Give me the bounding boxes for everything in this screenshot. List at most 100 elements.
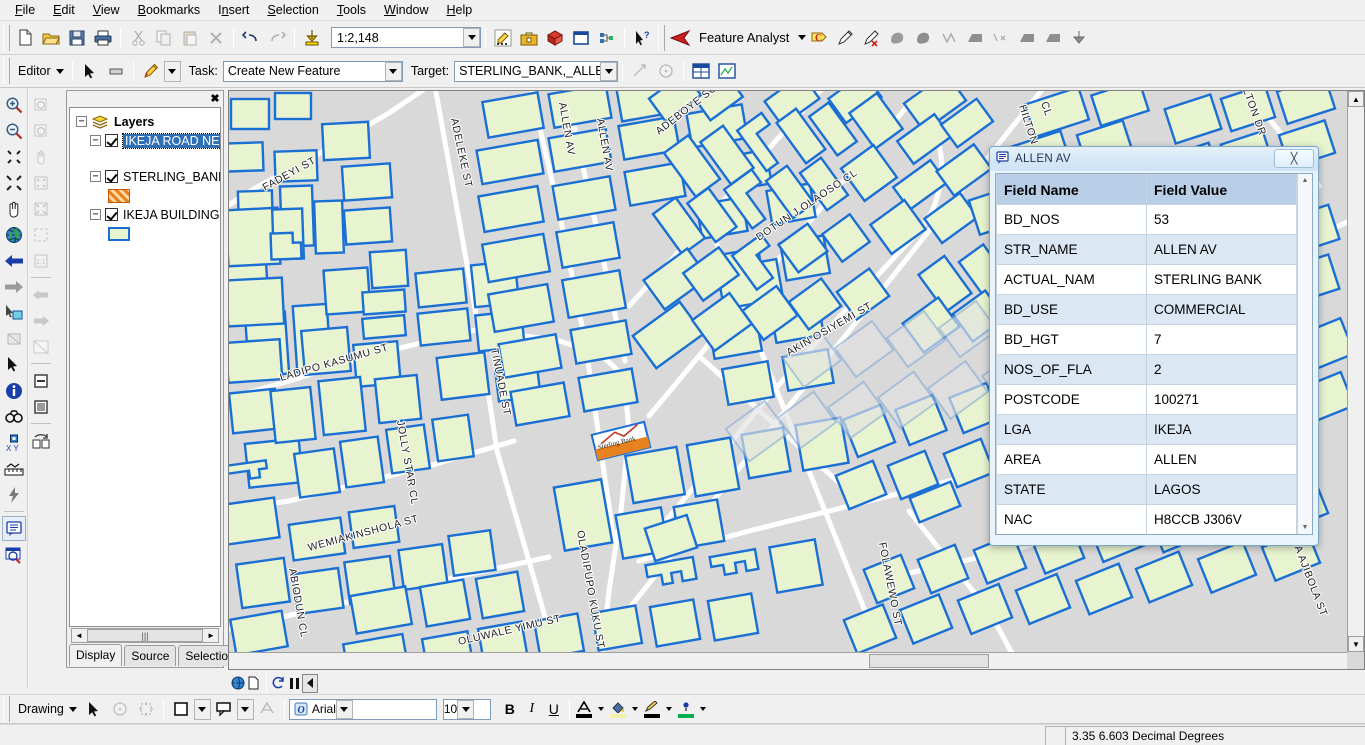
edit-sketch-icon[interactable]: [103, 58, 129, 84]
toc-horizontal-scrollbar[interactable]: ◄ ||| ►: [71, 628, 219, 643]
table-row[interactable]: STR_NAME ALLEN AV: [996, 234, 1297, 265]
tab-source[interactable]: Source: [124, 645, 177, 666]
table-row[interactable]: LGA IKEJA: [996, 414, 1297, 445]
attributes-dialog[interactable]: ALLEN AV ╳ Field Name Field Value BD_NOS: [989, 146, 1319, 546]
chevron-down-icon[interactable]: [384, 61, 402, 81]
field-value-cell[interactable]: COMMERCIAL: [1146, 294, 1297, 325]
column-header-field-value[interactable]: Field Value: [1146, 174, 1297, 205]
editor-menu-button[interactable]: Editor: [12, 61, 68, 81]
select-features-icon[interactable]: [2, 300, 26, 325]
learn-icon[interactable]: C: [806, 25, 832, 51]
undo-icon[interactable]: [238, 25, 264, 51]
cut-icon[interactable]: [125, 25, 151, 51]
task-combo[interactable]: Create New Feature: [222, 60, 403, 82]
layer-visibility-checkbox[interactable]: [105, 134, 118, 147]
sketch-properties-icon[interactable]: [714, 58, 740, 84]
fixed-zoom-out-layout-icon[interactable]: [29, 196, 53, 221]
table-row[interactable]: NOS_OF_FLA 2: [996, 354, 1297, 385]
bold-button[interactable]: B: [499, 698, 521, 720]
menu-item-bookmarks[interactable]: Bookmarks: [129, 1, 210, 19]
go-back-icon[interactable]: [2, 248, 26, 273]
vertex-icon[interactable]: [936, 25, 962, 51]
toggle-draft-icon[interactable]: [29, 334, 53, 359]
table-row[interactable]: BD_USE COMMERCIAL: [996, 294, 1297, 325]
focus-data-frame-icon[interactable]: [29, 368, 53, 393]
feature-analyst-logo-icon[interactable]: [667, 25, 693, 51]
python-icon[interactable]: [594, 25, 620, 51]
underline-button[interactable]: U: [543, 698, 565, 720]
full-page-icon[interactable]: [29, 222, 53, 247]
toolbar-grip[interactable]: [3, 24, 10, 51]
attributes-icon[interactable]: [688, 58, 714, 84]
tab-display[interactable]: Display: [69, 644, 123, 666]
collapse-icon[interactable]: −: [90, 209, 101, 220]
whats-this-icon[interactable]: ?: [629, 25, 655, 51]
nudge-icon[interactable]: [133, 696, 159, 722]
chevron-down-icon[interactable]: [600, 61, 618, 81]
save-icon[interactable]: [64, 25, 90, 51]
flash-icon[interactable]: [2, 482, 26, 507]
delete-icon[interactable]: [203, 25, 229, 51]
table-row[interactable]: BD_NOS 53: [996, 204, 1297, 235]
chevron-down-icon[interactable]: [699, 707, 706, 711]
field-value-cell[interactable]: LAGOS: [1146, 474, 1297, 505]
field-value-cell[interactable]: 100271: [1146, 384, 1297, 415]
chevron-down-icon[interactable]: [457, 699, 475, 719]
toc-symbol-row-2[interactable]: [72, 224, 220, 243]
field-value-cell[interactable]: ALLEN AV: [1146, 234, 1297, 265]
map-scale-combo[interactable]: 1:2,148: [331, 27, 481, 48]
page-icon[interactable]: [246, 674, 262, 693]
html-popup-icon[interactable]: [1, 516, 26, 541]
new-rectangle-icon[interactable]: [168, 696, 194, 722]
callout-dropdown-icon[interactable]: [236, 698, 254, 720]
menu-item-file[interactable]: File: [6, 1, 44, 19]
resume-icon[interactable]: [302, 673, 319, 693]
toc-layer-row-2[interactable]: − IKEJA BUILDING F: [72, 205, 220, 224]
rotate-icon[interactable]: [653, 58, 679, 84]
go-to-xy-icon[interactable]: X Y: [2, 430, 26, 455]
chevron-down-icon[interactable]: [335, 699, 353, 719]
rotate-icon[interactable]: [107, 696, 133, 722]
italic-button[interactable]: I: [521, 698, 543, 720]
full-extent-icon[interactable]: [2, 222, 26, 247]
field-value-cell[interactable]: 2: [1146, 354, 1297, 385]
scroll-right-icon[interactable]: ►: [204, 629, 218, 642]
split-icon[interactable]: [1040, 25, 1066, 51]
zoom-in-icon[interactable]: [2, 92, 26, 117]
pause-icon[interactable]: [287, 674, 303, 693]
table-row[interactable]: BD_HGT 7: [996, 324, 1297, 355]
add-data-icon[interactable]: [299, 25, 325, 51]
command-line-icon[interactable]: [568, 25, 594, 51]
table-row[interactable]: NAC H8CCB J306V: [996, 504, 1297, 534]
new-callout-icon[interactable]: [211, 696, 237, 722]
layer-visibility-checkbox[interactable]: [105, 170, 118, 183]
open-icon[interactable]: [38, 25, 64, 51]
hyperlink-icon[interactable]: [2, 542, 26, 567]
rectangle-dropdown-icon[interactable]: [193, 698, 211, 720]
split-tool-icon[interactable]: [627, 58, 653, 84]
pan-layout-icon[interactable]: [29, 144, 53, 169]
chevron-down-icon[interactable]: [463, 28, 480, 47]
table-row[interactable]: ACTUAL_NAM STERLING BANK: [996, 264, 1297, 295]
field-value-cell[interactable]: 53: [1146, 204, 1297, 235]
fixed-zoom-out-icon[interactable]: [2, 170, 26, 195]
scroll-up-icon[interactable]: ▲: [1348, 91, 1364, 107]
scroll-down-icon[interactable]: ▼: [1348, 636, 1364, 652]
menu-item-selection[interactable]: Selection: [258, 1, 327, 19]
remove-icon[interactable]: [988, 25, 1014, 51]
map-vertical-scrollbar[interactable]: ▲ ▼: [1347, 91, 1364, 652]
fixed-zoom-in-layout-icon[interactable]: [29, 170, 53, 195]
font-family-combo[interactable]: O Arial: [288, 698, 437, 720]
menu-item-window[interactable]: Window: [375, 1, 437, 19]
edit-tool-icon[interactable]: [77, 58, 103, 84]
attributes-vertical-scrollbar[interactable]: ▲ ▼: [1297, 174, 1312, 534]
toolbar-grip[interactable]: [3, 696, 10, 722]
table-row[interactable]: POSTCODE 100271: [996, 384, 1297, 415]
polygon2-icon[interactable]: [910, 25, 936, 51]
fill-color-button[interactable]: [608, 701, 642, 718]
find-icon[interactable]: [2, 404, 26, 429]
toolbar-grip[interactable]: [658, 24, 665, 51]
one-to-one-icon[interactable]: 1:1: [29, 248, 53, 273]
paste-icon[interactable]: [177, 25, 203, 51]
select-elements-icon[interactable]: [81, 696, 107, 722]
